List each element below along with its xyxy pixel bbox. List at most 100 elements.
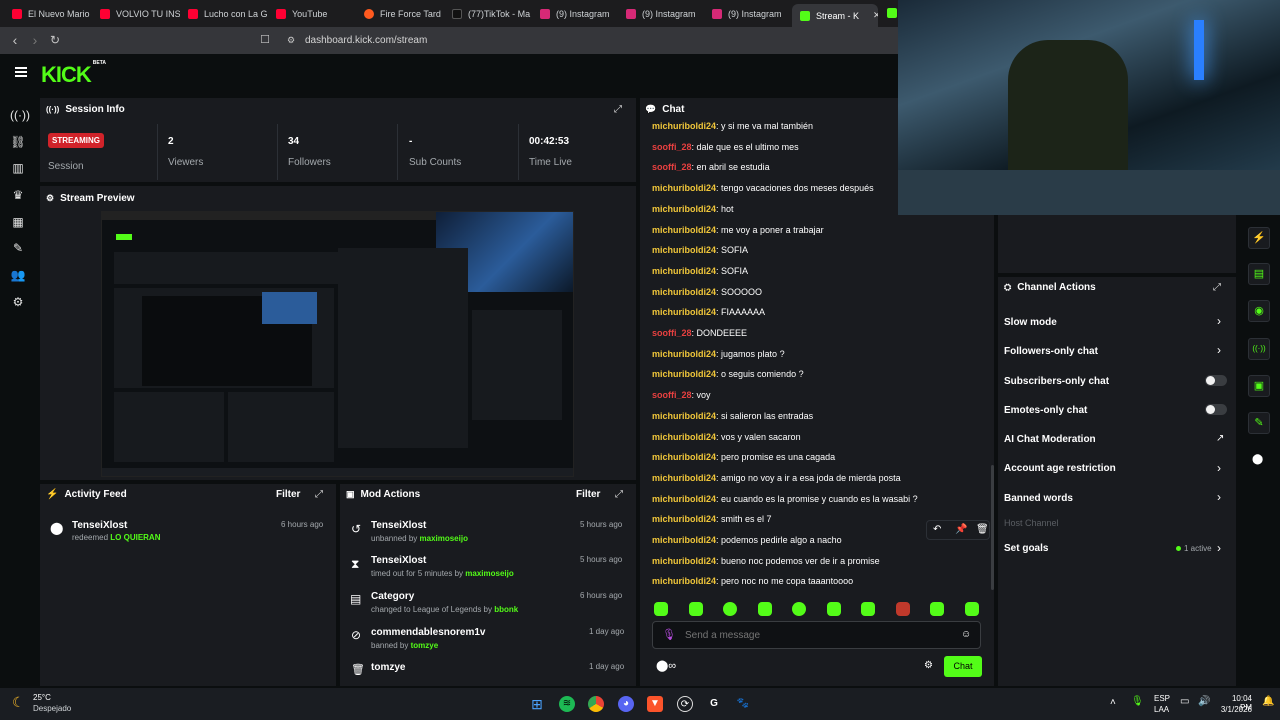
emote-icon[interactable]	[965, 602, 979, 616]
gear-icon[interactable]: ⚙	[924, 660, 933, 671]
chat-message[interactable]: michuriboldi24: pero noc no me copa taaa…	[652, 576, 853, 586]
chat-message[interactable]: michuriboldi24: bueno noc podemos ver de…	[652, 556, 880, 566]
chat-message[interactable]: michuriboldi24: me voy a poner a trabaja…	[652, 225, 824, 235]
notification-icon[interactable]: 🔔	[1262, 696, 1274, 707]
browser-tab-active[interactable]: Stream - K ✕	[792, 4, 878, 27]
lightning-icon[interactable]: ⚡	[1248, 227, 1270, 249]
wrench-icon[interactable]: ✎	[1248, 412, 1270, 434]
chat-scrollbar[interactable]	[991, 465, 994, 590]
clock-date[interactable]: 3/1/2026	[1218, 705, 1252, 714]
kick-points-icon[interactable]: ⬤∞	[656, 659, 676, 672]
mod-action-user[interactable]: commendablesnorem1v	[371, 627, 486, 638]
chat-message[interactable]: sooffi_28: dale que es el ultimo mes	[652, 142, 799, 152]
capcut-icon[interactable]: G	[706, 696, 722, 712]
chat-message[interactable]: michuriboldi24: si salieron las entradas	[652, 411, 813, 421]
discord-icon[interactable]: ◕	[618, 696, 634, 712]
chat-username[interactable]: michuriboldi24	[652, 576, 716, 586]
link-icon[interactable]: ⛓	[10, 134, 26, 150]
back-icon[interactable]: ‹	[8, 33, 22, 47]
chat-message[interactable]: sooffi_28: DONDEEEE	[652, 328, 747, 338]
emote-icon[interactable]	[689, 602, 703, 616]
menu-icon[interactable]	[15, 67, 27, 77]
browser-tab[interactable]: VOLVIO TU INS	[92, 4, 180, 24]
bookmark-icon[interactable]: ☐	[258, 33, 272, 47]
mod-action-user[interactable]: Category	[371, 591, 414, 602]
chat-username[interactable]: michuriboldi24	[652, 204, 716, 214]
chat-username[interactable]: michuriboldi24	[652, 514, 716, 524]
paw-icon[interactable]: 🐾	[735, 696, 751, 712]
slow-mode-option[interactable]: Slow mode	[1004, 317, 1057, 328]
kick-points-icon[interactable]: ⬤	[1252, 454, 1263, 465]
language-layout[interactable]: LAA	[1154, 705, 1169, 714]
pin-icon[interactable]: 📌	[955, 524, 967, 535]
chat-username[interactable]: sooffi_28	[652, 142, 692, 152]
chat-message[interactable]: michuriboldi24: SOOOOO	[652, 287, 762, 297]
chat-message[interactable]: michuriboldi24: eu cuando es la promise …	[652, 494, 918, 504]
chat-message[interactable]: michuriboldi24: y si me va mal también	[652, 121, 813, 131]
emote-icon[interactable]	[654, 602, 668, 616]
banned-words-option[interactable]: Banned words	[1004, 493, 1073, 504]
chat-username[interactable]: michuriboldi24	[652, 494, 716, 504]
chat-username[interactable]: sooffi_28	[652, 328, 692, 338]
set-goals-option[interactable]: Set goals	[1004, 543, 1048, 554]
reply-icon[interactable]: ↶	[933, 524, 941, 535]
expand-icon[interactable]: ⤢	[315, 489, 323, 500]
chat-username[interactable]: michuriboldi24	[652, 225, 716, 235]
emote-icon[interactable]	[723, 602, 737, 616]
browser-tab[interactable]: (77)TikTok - Ma	[444, 4, 532, 24]
volume-icon[interactable]: 🔊	[1198, 696, 1210, 707]
community-icon[interactable]: 👥	[10, 267, 26, 283]
tools-icon[interactable]: ✎	[10, 240, 26, 256]
chat-username[interactable]: michuriboldi24	[652, 121, 716, 131]
chat-username[interactable]: michuriboldi24	[652, 183, 716, 193]
chat-message[interactable]: michuriboldi24: tengo vacaciones dos mes…	[652, 183, 874, 193]
chat-message[interactable]: sooffi_28: en abril se estudia	[652, 162, 770, 172]
chat-username[interactable]: michuriboldi24	[652, 266, 716, 276]
chat-message[interactable]: michuriboldi24: SOFIA	[652, 245, 748, 255]
emote-icon[interactable]	[861, 602, 875, 616]
chrome-icon[interactable]	[588, 696, 604, 712]
clipboard-icon[interactable]: ▤	[1248, 263, 1270, 285]
chevron-right-icon[interactable]: ›	[1217, 490, 1221, 504]
chat-username[interactable]: michuriboldi24	[652, 473, 716, 483]
followers-only-option[interactable]: Followers-only chat	[1004, 346, 1098, 357]
chat-username[interactable]: sooffi_28	[652, 390, 692, 400]
chat-message[interactable]: sooffi_28: voy	[652, 390, 711, 400]
chat-username[interactable]: michuriboldi24	[652, 452, 716, 462]
chat-send-button[interactable]: Chat	[944, 656, 982, 677]
emotes-only-toggle[interactable]	[1205, 404, 1227, 415]
chat-message[interactable]: michuriboldi24: podemos pedirle algo a n…	[652, 535, 842, 545]
chat-message[interactable]: michuriboldi24: amigo no voy a ir a esa …	[652, 473, 901, 483]
emote-icon[interactable]	[930, 602, 944, 616]
chat-username[interactable]: michuriboldi24	[652, 411, 716, 421]
emote-icon[interactable]	[758, 602, 772, 616]
windows-start-icon[interactable]: ⊞	[529, 696, 545, 712]
chat-message[interactable]: michuriboldi24: vos y valen sacaron	[652, 432, 801, 442]
browser-tab[interactable]: YouTube	[268, 4, 356, 24]
account-age-option[interactable]: Account age restriction	[1004, 463, 1116, 474]
browser-tab[interactable]: Lucho con La G	[180, 4, 268, 24]
analytics-icon[interactable]: ▥	[10, 160, 26, 176]
expand-icon[interactable]: ⤢	[614, 104, 622, 115]
chevron-right-icon[interactable]: ›	[1217, 541, 1221, 555]
browser-tab[interactable]: (9) Instagram	[704, 4, 792, 24]
brave-icon[interactable]: ▼	[647, 696, 663, 712]
chat-message[interactable]: michuriboldi24: o seguis comiendo ?	[652, 369, 804, 379]
chat-message[interactable]: michuriboldi24: hot	[652, 204, 734, 214]
forward-icon[interactable]: ›	[28, 33, 42, 47]
chat-message[interactable]: michuriboldi24: SOFIA	[652, 266, 748, 276]
expand-icon[interactable]: ⤢	[1213, 282, 1221, 293]
ai-moderation-option[interactable]: AI Chat Moderation	[1004, 434, 1096, 445]
browser-tab[interactable]: (9) Instagram	[532, 4, 620, 24]
mod-filter-button[interactable]: Filter	[576, 489, 600, 500]
emotes-only-option[interactable]: Emotes-only chat	[1004, 405, 1087, 416]
chat-username[interactable]: michuriboldi24	[652, 432, 716, 442]
mod-action-user[interactable]: TenseiXlost	[371, 555, 426, 566]
stream-preview-video[interactable]	[101, 211, 574, 477]
emote-icon[interactable]	[827, 602, 841, 616]
broadcast-icon[interactable]: ((·))	[1248, 338, 1270, 360]
chat-message[interactable]: michuriboldi24: pero promise es una caga…	[652, 452, 835, 462]
browser-tab[interactable]: El Nuevo Mario	[4, 4, 92, 24]
chat-message-input[interactable]	[685, 626, 945, 644]
chevron-up-icon[interactable]: ˄	[1110, 697, 1116, 708]
